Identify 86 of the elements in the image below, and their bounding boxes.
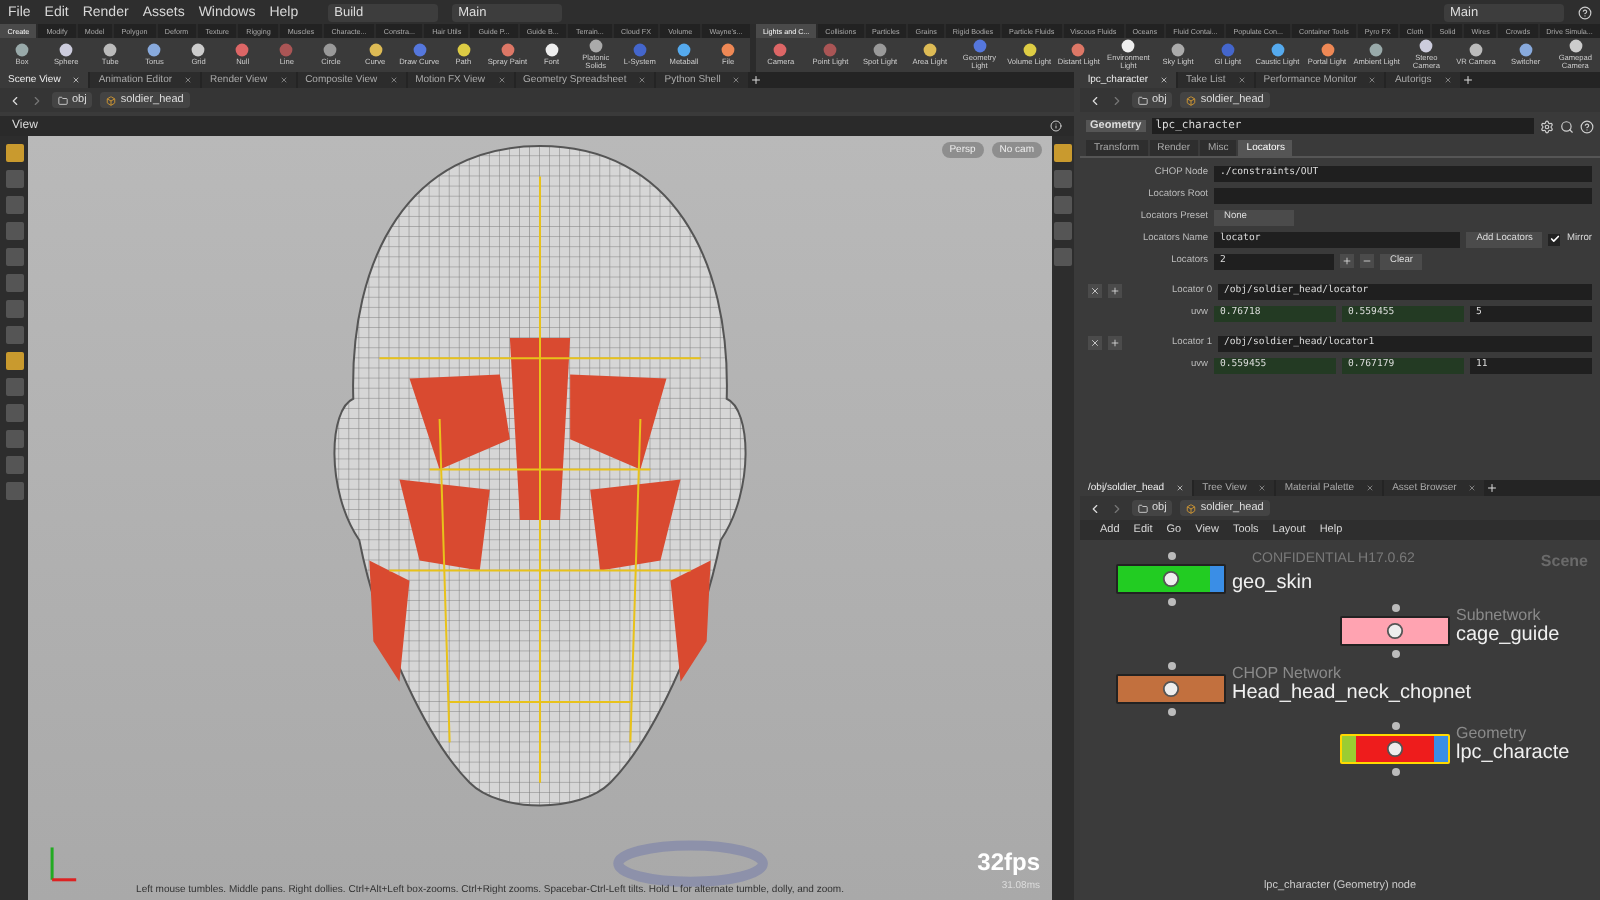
add-tab-icon[interactable]: [750, 74, 763, 86]
tool-icon: [102, 42, 119, 59]
tool-icon: [772, 42, 789, 59]
axis-icon: [50, 847, 77, 882]
insert-button[interactable]: [1108, 336, 1122, 350]
folder-icon: [1138, 95, 1148, 105]
fps-readout: 32fps: [977, 848, 1040, 876]
output-port[interactable]: [1391, 650, 1399, 658]
tool-icon: [1517, 42, 1534, 59]
mirror-checkbox[interactable]: [1548, 233, 1561, 245]
tool-icon: [1070, 42, 1087, 59]
tool-icon: [675, 42, 692, 59]
tool-icon: [543, 42, 560, 59]
back-icon[interactable]: [8, 93, 22, 107]
folder-icon: [1138, 503, 1148, 513]
search-icon[interactable]: [1560, 119, 1574, 133]
tool-icon: [872, 42, 889, 59]
forward-icon[interactable]: [1110, 501, 1124, 515]
cube-icon: [1186, 503, 1197, 513]
tool-icon: [720, 42, 737, 59]
tool-icon: [1219, 42, 1236, 59]
node-name: geo_skin: [1232, 572, 1313, 594]
tool-icon: [971, 38, 988, 55]
tool-icon: [146, 42, 163, 59]
tool-icon: [367, 42, 384, 59]
input-port[interactable]: [1167, 552, 1175, 560]
tool-icon: [587, 38, 604, 55]
back-icon[interactable]: [1088, 501, 1102, 515]
decrement-button[interactable]: [1360, 254, 1374, 268]
tool-icon: [822, 42, 839, 59]
input-port[interactable]: [1167, 662, 1175, 670]
node-type-label: CHOP Network: [1232, 664, 1344, 682]
tool-icon: [1468, 42, 1484, 59]
cube-icon: [1186, 95, 1197, 105]
help-icon[interactable]: [1578, 5, 1592, 19]
help-icon[interactable]: [1580, 119, 1594, 133]
node-icon: [1386, 740, 1404, 758]
tool-icon: [455, 42, 472, 59]
tool-icon: [1269, 42, 1286, 59]
remove-button[interactable]: [1088, 336, 1102, 350]
network-node[interactable]: [1116, 674, 1226, 704]
tool-icon: [631, 42, 648, 59]
tool-icon: [921, 42, 938, 59]
network-node[interactable]: [1116, 564, 1226, 594]
node-name: lpc_characte: [1456, 742, 1570, 764]
back-icon[interactable]: [1088, 93, 1102, 107]
node-name: Head_head_neck_chopnet: [1232, 682, 1472, 704]
tool-icon: [190, 42, 207, 59]
insert-button[interactable]: [1108, 284, 1122, 298]
node-icon: [1386, 622, 1404, 640]
input-port[interactable]: [1391, 604, 1399, 612]
tool-icon: [322, 42, 339, 59]
add-tab-icon[interactable]: [1461, 74, 1474, 86]
remove-button[interactable]: [1088, 284, 1102, 298]
node-name: cage_guide: [1456, 624, 1560, 646]
tool-icon: [411, 42, 428, 59]
info-icon[interactable]: [1050, 120, 1062, 132]
network-node[interactable]: [1340, 616, 1450, 646]
output-port[interactable]: [1391, 768, 1399, 776]
settings-icon[interactable]: [1540, 119, 1554, 133]
add-tab-icon[interactable]: [1486, 482, 1499, 494]
tool-icon: [1418, 38, 1435, 55]
tool-icon: [499, 42, 516, 59]
tool-icon: [1170, 42, 1187, 59]
node-icon: [1162, 570, 1180, 588]
forward-icon[interactable]: [1110, 93, 1124, 107]
tool-icon: [14, 42, 31, 59]
output-port[interactable]: [1167, 708, 1175, 716]
cube-icon: [106, 95, 117, 105]
text-field[interactable]: [1214, 187, 1592, 203]
tool-icon: [58, 42, 75, 59]
tool-icon: [1319, 42, 1336, 59]
tool-icon: [234, 42, 251, 59]
tool-icon: [1021, 42, 1038, 59]
folder-icon: [58, 95, 68, 105]
tool-icon: [278, 42, 295, 59]
tool-icon: [1567, 38, 1584, 55]
tool-icon: [1120, 38, 1137, 55]
input-port[interactable]: [1391, 722, 1399, 730]
node-icon: [1162, 680, 1180, 698]
forward-icon[interactable]: [30, 93, 44, 107]
node-type-label: Subnetwork: [1456, 606, 1543, 624]
increment-button[interactable]: [1340, 254, 1354, 268]
node-type-label: Geometry: [1456, 724, 1529, 742]
tool-icon: [1368, 42, 1385, 59]
output-port[interactable]: [1167, 598, 1175, 606]
